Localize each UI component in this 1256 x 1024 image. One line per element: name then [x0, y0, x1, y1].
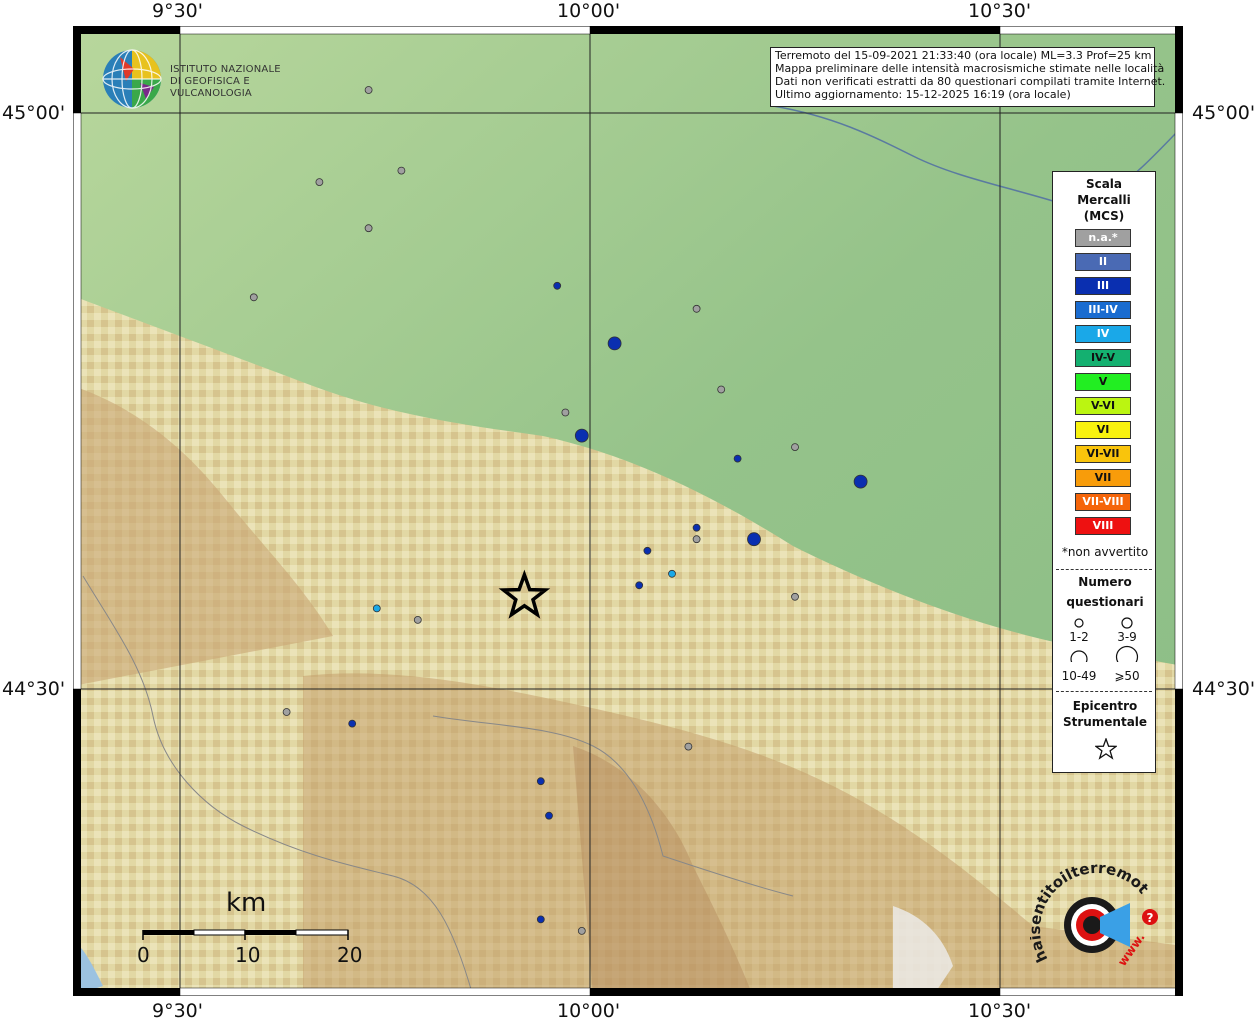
legend-title-line2: Mercalli — [1077, 193, 1131, 207]
intensity-point-na — [791, 443, 799, 452]
size-symbol-3-9 — [1121, 617, 1133, 629]
swatch-vii-viii: VII-VIII — [1075, 493, 1131, 511]
count-title-line2: questionari — [1066, 595, 1144, 609]
legend-note: *non avvertito — [1061, 545, 1149, 559]
hsit-question: ? — [1147, 911, 1154, 925]
event-info-line4: Ultimo aggiornamento: 15-12-2025 16:19 (… — [775, 88, 1071, 101]
hsit-logo: ? haisentitoilterremoto.it www. — [1025, 841, 1165, 990]
map-canvas — [73, 26, 1183, 996]
intensity-point-iii — [692, 523, 701, 532]
intensity-point-iii — [733, 454, 742, 463]
lon-label-top-930: 9°30' — [152, 0, 203, 22]
swatch-n-a: n.a.* — [1075, 229, 1131, 247]
intensity-point-iii — [853, 474, 868, 489]
epicenter-title-line2: Strumentale — [1062, 715, 1148, 729]
size-symbol-1-2 — [1074, 618, 1084, 628]
intensity-point-na — [315, 178, 324, 187]
intensity-point-na — [413, 616, 422, 624]
legend-separator-2 — [1056, 691, 1152, 692]
intensity-point-iv — [372, 604, 381, 613]
intensity-point-iii — [635, 581, 644, 590]
intensity-point-iii — [348, 719, 357, 728]
count-title-line1: Numero — [1078, 575, 1132, 589]
swatch-viii: VIII — [1075, 517, 1131, 535]
ingv-name-line2: DI GEOFISICA E VULCANOLOGIA — [170, 76, 252, 99]
intensity-point-iii — [643, 546, 652, 555]
intensity-point-iii — [607, 336, 622, 351]
scale-label-0: 0 — [137, 943, 150, 967]
lat-label-left-4430: 44°30' — [2, 678, 66, 700]
intensity-point-na — [282, 708, 291, 716]
scale-label-10: 10 — [235, 943, 261, 967]
intensity-point-iii — [536, 915, 545, 924]
intensity-point-na — [397, 166, 406, 175]
swatch-iv-v: IV-V — [1075, 349, 1131, 367]
swatch-ii: II — [1075, 253, 1131, 271]
swatch-vi: VI — [1075, 421, 1131, 439]
lat-label-left-4500: 45°00' — [2, 102, 66, 124]
intensity-point-na — [684, 742, 693, 751]
lon-label-bottom-1030: 10°30' — [968, 1000, 1032, 1022]
lon-label-top-1030: 10°30' — [968, 0, 1032, 22]
event-info-line1: Terremoto del 15-09-2021 21:33:40 (ora l… — [775, 49, 1152, 62]
intensity-point-na — [577, 927, 586, 935]
swatch-v-vi: V-VI — [1075, 397, 1131, 415]
map-frame — [73, 26, 1183, 996]
intensity-point-iii — [536, 777, 545, 786]
intensity-point-na — [364, 224, 373, 233]
lon-label-bottom-1000: 10°00' — [557, 1000, 621, 1022]
intensity-point-iii — [747, 532, 761, 547]
legend: Scala Mercalli (MCS) n.a.* II III III-IV IV I… — [1052, 171, 1156, 773]
size-label-50: ⩾50 — [1114, 669, 1140, 683]
ingv-logo: ISTITUTO NAZIONALE DI GEOFISICA E VULCAN… — [100, 47, 320, 111]
legend-separator-1 — [1056, 569, 1152, 570]
intensity-point-iii — [574, 428, 589, 443]
lat-label-right-4430: 44°30' — [1192, 678, 1256, 700]
epicenter-title-line1: Epicentro — [1072, 699, 1138, 713]
size-symbol-10-49 — [1070, 650, 1088, 662]
intensity-point-na — [364, 86, 373, 94]
intensity-point-iii — [553, 281, 562, 290]
legend-title-line3: (MCS) — [1083, 209, 1125, 223]
intensity-point-na — [561, 408, 570, 417]
scale-unit: km — [226, 888, 267, 918]
swatch-vi-vii: VI-VII — [1075, 445, 1131, 463]
scale-label-20: 20 — [337, 943, 363, 967]
epicenter-star-icon — [1095, 738, 1117, 760]
ingv-name-line1: ISTITUTO NAZIONALE — [170, 64, 281, 75]
size-symbol-50 — [1115, 645, 1139, 662]
ingv-globe-icon — [102, 49, 162, 109]
legend-title: Scala Mercalli (MCS) — [1053, 176, 1155, 224]
swatch-vii: VII — [1075, 469, 1131, 487]
intensity-point-na — [791, 592, 799, 601]
event-info-line3: Dati non verificati estratti da 80 quest… — [775, 75, 1166, 88]
swatch-iv: IV — [1075, 325, 1131, 343]
hsit-logo-icon: ? haisentitoilterremoto.it www. — [1025, 841, 1158, 969]
size-label-3-9: 3-9 — [1117, 630, 1137, 644]
intensity-point-na — [692, 304, 701, 313]
size-label-1-2: 1-2 — [1069, 630, 1089, 644]
swatch-v: V — [1075, 373, 1131, 391]
intensity-point-iv — [668, 569, 676, 578]
swatch-iii: III — [1075, 277, 1131, 295]
lon-label-top-1000: 10°00' — [557, 0, 621, 22]
swatch-iii-iv: III-IV — [1075, 301, 1131, 319]
lat-label-right-4500: 45°00' — [1192, 102, 1256, 124]
legend-title-line1: Scala — [1085, 177, 1123, 191]
lon-label-bottom-930: 9°30' — [152, 1000, 203, 1022]
event-info-line2: Mappa preliminare delle intensità macros… — [775, 62, 1165, 75]
event-info-box: Terremoto del 15-09-2021 21:33:40 (ora l… — [770, 47, 1166, 107]
size-label-10-49: 10-49 — [1061, 669, 1097, 683]
intensity-point-na — [717, 385, 726, 394]
intensity-point-na — [692, 535, 701, 544]
ingv-name: ISTITUTO NAZIONALE DI GEOFISICA E VULCAN… — [170, 64, 320, 100]
intensity-point-na — [249, 293, 258, 302]
intensity-point-iii — [545, 811, 553, 820]
